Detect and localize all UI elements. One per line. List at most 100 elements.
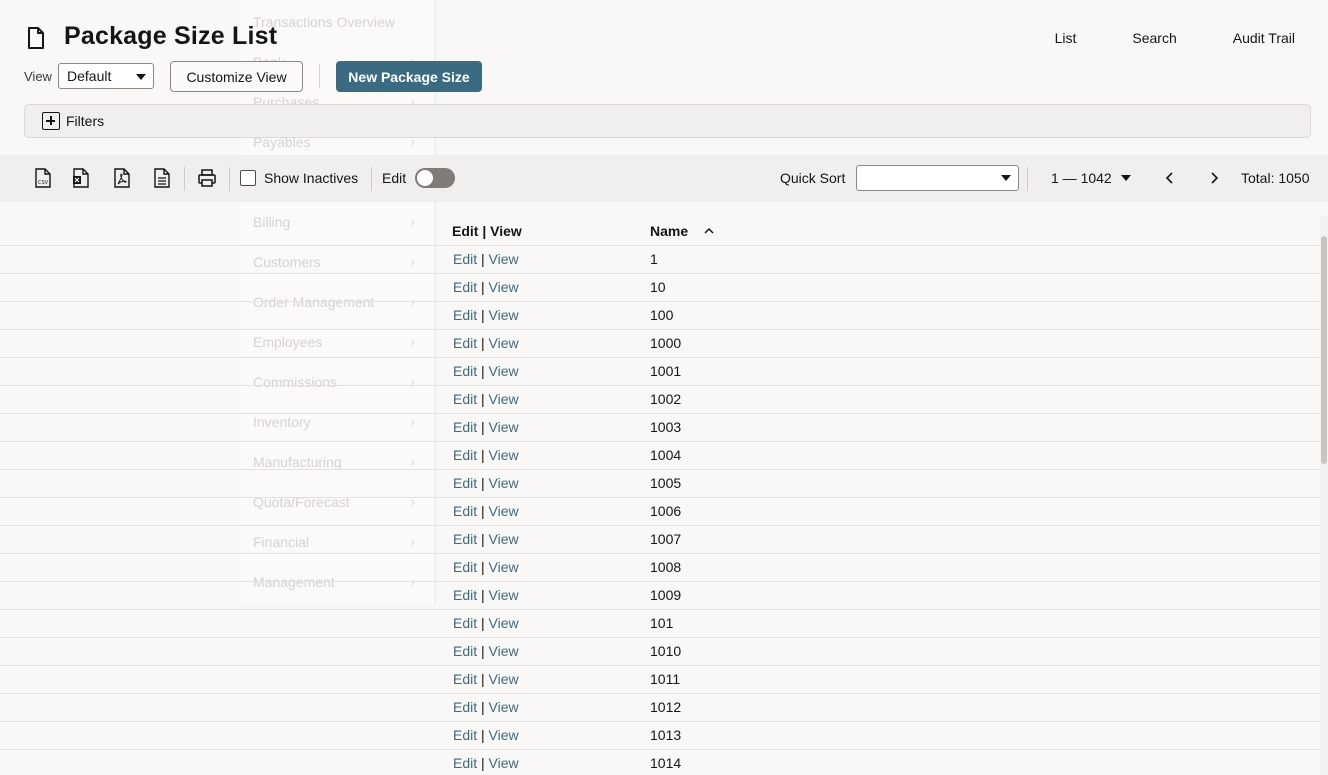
link-separator: | <box>477 615 489 631</box>
table-row: Edit | View 1011 <box>0 665 1320 693</box>
row-actions: Edit | View <box>453 307 519 323</box>
edit-link[interactable]: Edit <box>453 279 477 295</box>
view-link[interactable]: View <box>489 643 519 659</box>
view-label: View <box>24 69 52 84</box>
edit-link[interactable]: Edit <box>453 503 477 519</box>
page-range-select[interactable]: 1 — 1042 <box>1051 170 1112 186</box>
new-package-size-button[interactable]: New Package Size <box>336 61 482 92</box>
quick-sort-select[interactable] <box>856 165 1019 191</box>
row-name-value: 1001 <box>650 363 682 379</box>
view-link[interactable]: View <box>489 503 519 519</box>
edit-link[interactable]: Edit <box>453 643 477 659</box>
show-inactives-checkbox[interactable] <box>240 170 256 186</box>
edit-link[interactable]: Edit <box>453 531 477 547</box>
row-actions: Edit | View <box>453 503 519 519</box>
nav-list-link[interactable]: List <box>1055 30 1077 46</box>
table-row: Edit | View 10 <box>0 273 1320 301</box>
row-actions: Edit | View <box>453 419 519 435</box>
view-link[interactable]: View <box>489 727 519 743</box>
chevron-right-icon[interactable] <box>1207 168 1221 188</box>
link-separator: | <box>477 391 489 407</box>
toggle-knob <box>417 170 433 186</box>
table-row: Edit | View 1007 <box>0 525 1320 553</box>
edit-link[interactable]: Edit <box>453 307 477 323</box>
edit-link[interactable]: Edit <box>453 391 477 407</box>
view-link[interactable]: View <box>489 335 519 351</box>
edit-link[interactable]: Edit <box>453 335 477 351</box>
edit-link[interactable]: Edit <box>453 559 477 575</box>
toolbar-separator <box>1027 167 1028 191</box>
table-row: Edit | View 1010 <box>0 637 1320 665</box>
export-document-icon[interactable] <box>153 168 171 188</box>
edit-link[interactable]: Edit <box>453 251 477 267</box>
view-link[interactable]: View <box>489 587 519 603</box>
view-link[interactable]: View <box>489 755 519 771</box>
table-row: Edit | View 1002 <box>0 385 1320 413</box>
table-row: Edit | View 1008 <box>0 553 1320 581</box>
quick-sort-label: Quick Sort <box>780 170 846 186</box>
link-separator: | <box>477 755 489 771</box>
export-csv-icon[interactable]: CSV <box>34 168 52 188</box>
row-name-value: 101 <box>650 615 674 631</box>
filters-label: Filters <box>66 113 105 129</box>
edit-link[interactable]: Edit <box>453 447 477 463</box>
column-header-name[interactable]: Name <box>650 223 688 239</box>
table-row: Edit | View 1006 <box>0 497 1320 525</box>
row-name-value: 100 <box>650 307 674 323</box>
row-name-value: 1013 <box>650 727 682 743</box>
export-pdf-icon[interactable] <box>113 168 131 188</box>
table-row: Edit | View 1000 <box>0 329 1320 357</box>
table-row: Edit | View 1009 <box>0 581 1320 609</box>
edit-link[interactable]: Edit <box>453 699 477 715</box>
table-row: Edit | View 1004 <box>0 441 1320 469</box>
row-name-value: 1005 <box>650 475 682 491</box>
row-actions: Edit | View <box>453 699 519 715</box>
row-actions: Edit | View <box>453 615 519 631</box>
caret-down-icon[interactable] <box>1121 175 1131 181</box>
row-actions: Edit | View <box>453 755 519 771</box>
edit-link[interactable]: Edit <box>453 755 477 771</box>
view-link[interactable]: View <box>489 279 519 295</box>
customize-view-button[interactable]: Customize View <box>170 61 303 92</box>
row-actions: Edit | View <box>453 727 519 743</box>
view-link[interactable]: View <box>489 615 519 631</box>
link-separator: | <box>477 727 489 743</box>
nav-search-link[interactable]: Search <box>1132 30 1176 46</box>
edit-link[interactable]: Edit <box>453 671 477 687</box>
print-icon[interactable] <box>197 168 217 188</box>
caret-down-icon <box>136 74 146 80</box>
view-link[interactable]: View <box>489 363 519 379</box>
link-separator: | <box>477 447 489 463</box>
view-select[interactable]: Default <box>58 63 154 89</box>
view-link[interactable]: View <box>489 447 519 463</box>
view-link[interactable]: View <box>489 699 519 715</box>
chevron-left-icon[interactable] <box>1163 168 1177 188</box>
view-link[interactable]: View <box>489 559 519 575</box>
link-separator: | <box>477 699 489 715</box>
scrollbar-thumb[interactable] <box>1321 236 1327 464</box>
view-link[interactable]: View <box>489 251 519 267</box>
edit-link[interactable]: Edit <box>453 615 477 631</box>
view-link[interactable]: View <box>489 419 519 435</box>
edit-link[interactable]: Edit <box>453 727 477 743</box>
view-link[interactable]: View <box>489 391 519 407</box>
table-row: Edit | View 101 <box>0 609 1320 637</box>
row-name-value: 1003 <box>650 419 682 435</box>
edit-link[interactable]: Edit <box>453 419 477 435</box>
edit-link[interactable]: Edit <box>453 587 477 603</box>
table-row: Edit | View 1003 <box>0 413 1320 441</box>
export-excel-icon[interactable] <box>72 168 90 188</box>
edit-link[interactable]: Edit <box>453 475 477 491</box>
toolbar-separator <box>229 167 230 191</box>
table-row: Edit | View 1013 <box>0 721 1320 749</box>
view-link[interactable]: View <box>489 531 519 547</box>
filters-bar[interactable]: Filters <box>24 104 1311 138</box>
view-link[interactable]: View <box>489 307 519 323</box>
view-link[interactable]: View <box>489 671 519 687</box>
edit-link[interactable]: Edit <box>453 363 477 379</box>
edit-toggle-switch[interactable] <box>415 168 455 188</box>
view-link[interactable]: View <box>489 475 519 491</box>
sort-ascending-icon[interactable] <box>703 226 715 236</box>
toolbar-separator <box>184 167 185 191</box>
nav-audit-trail-link[interactable]: Audit Trail <box>1233 30 1295 46</box>
